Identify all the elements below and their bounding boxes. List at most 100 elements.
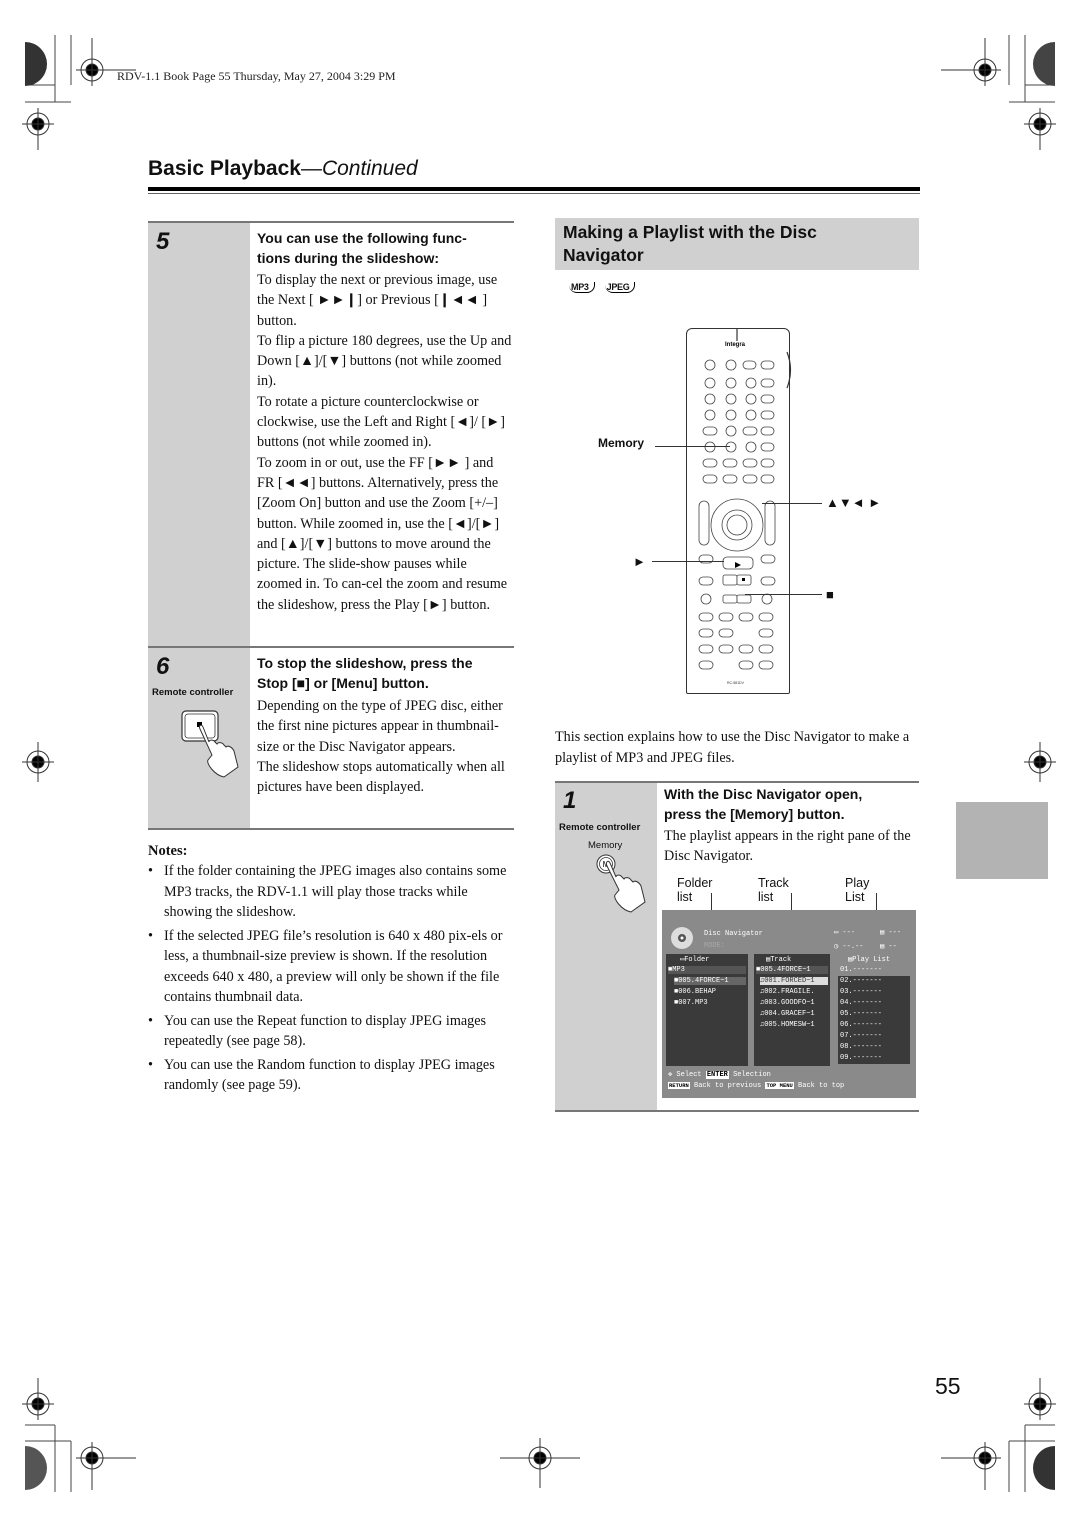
- dn-track-item[interactable]: ♫001.FORCED~1: [760, 977, 828, 985]
- step5-paragraph: To rotate a picture counterclockwise or …: [257, 393, 505, 451]
- mp3-badge: MP3: [569, 282, 595, 293]
- dn-folder-item[interactable]: ■007.MP3: [674, 999, 708, 1007]
- step1-number: 1: [563, 787, 577, 814]
- remote-control-illustration: Integra RC-581DV: [686, 328, 790, 694]
- dn-folder-item-label: 005.4FORCE~1: [678, 977, 729, 985]
- dn-playlist-item[interactable]: 05.-------: [840, 1010, 882, 1018]
- dn-folder-count-value: ---: [842, 929, 856, 937]
- dn-playlist-item[interactable]: 07.-------: [840, 1032, 882, 1040]
- dn-folder-item-label: 006.BEHAP: [678, 988, 717, 996]
- dn-track-header: ▤Track: [766, 956, 792, 964]
- section-title: Basic Playback—Continued: [148, 157, 418, 181]
- stop-callout-line: [745, 594, 822, 595]
- remote-side-edge: [786, 351, 792, 389]
- dn-folder-item[interactable]: ■005.4FORCE~1: [674, 977, 746, 985]
- dn-track-folder: ■005.4FORCE~1: [756, 966, 828, 974]
- dn-playlist-count: ▤ --: [880, 943, 897, 951]
- disc-icon: [671, 927, 693, 949]
- play-callout-line: [652, 561, 724, 562]
- chapter-thumb-tab: [956, 802, 1048, 879]
- dn-mode: MODE:: [704, 942, 726, 950]
- memory-callout-line: [655, 446, 730, 447]
- step6-heading-line1: To stop the slideshow, press the: [257, 655, 473, 671]
- dn-folder-count: ▭ ---: [834, 929, 856, 937]
- step6-heading-line2: Stop [■] or [Menu] button.: [257, 675, 429, 691]
- step1-heading: With the Disc Navigator open, press the …: [664, 784, 919, 824]
- dn-track-item[interactable]: ♫002.FRAGILE.: [760, 988, 815, 996]
- remote-buttons: [698, 329, 776, 670]
- dn-track-item-label: 002.FRAGILE.: [764, 988, 815, 996]
- dn-select-label: Select: [676, 1071, 702, 1079]
- dn-playlist-count-value: --: [888, 943, 897, 951]
- dn-folder-header-label: Folder: [684, 956, 710, 964]
- dn-track-header-label: Track: [770, 956, 792, 964]
- title-rule: [148, 187, 920, 191]
- note-text: You can use the Repeat function to displ…: [164, 1012, 487, 1050]
- dn-playlist-item-label: 02.-------: [840, 977, 883, 985]
- step1-heading-line2: press the [Memory] button.: [664, 806, 845, 822]
- step1-body: The playlist appears in the right pane o…: [664, 828, 911, 865]
- dn-playlist-item-label: 09.-------: [840, 1054, 883, 1062]
- note-item: • You can use the Random function to disp…: [148, 1056, 495, 1094]
- disc-navigator-screen: Disc Navigator MODE: ▭ --- ▤ --- ◷ --.--…: [662, 910, 916, 1098]
- dn-folder-item-label: 007.MP3: [678, 999, 708, 1007]
- step6-remote-label: Remote controller: [152, 687, 234, 698]
- dn-track-item-label: 005.HOMESW~1: [764, 1021, 815, 1029]
- section-title-main: Basic Playback: [148, 157, 301, 180]
- dn-playlist-header: ▤Play List: [848, 956, 891, 964]
- dn-folder-header: ▭Folder: [680, 956, 710, 964]
- title-rule-thin: [148, 193, 920, 194]
- page-number: 55: [935, 1373, 961, 1399]
- return-key: RETURN: [668, 1082, 690, 1089]
- dn-time-value: --.--: [842, 943, 864, 951]
- note-text: If the folder containing the JPEG images…: [164, 863, 507, 920]
- note-text: You can use the Random function to displ…: [164, 1056, 495, 1094]
- dn-playlist-item[interactable]: 01.-------: [840, 966, 882, 974]
- track-list-label: Track list: [758, 876, 789, 904]
- dn-playlist-item[interactable]: 09.-------: [840, 1054, 882, 1062]
- dn-playlist-header-label: Play List: [852, 956, 891, 964]
- step6-body: Depending on the type of JPEG disc, eith…: [257, 696, 513, 797]
- dn-folder-pane: ▭Folder ■MP3 ■005.4FORCE~1 ■006.BEHAP ■0…: [666, 954, 748, 1066]
- dn-playlist-item[interactable]: 08.-------: [840, 1043, 882, 1051]
- step1-remote-label: Remote controller: [559, 822, 641, 833]
- remote-model: RC-581DV: [727, 681, 744, 685]
- dn-footer-row2: RETURN Back to previous TOP MENU Back to…: [668, 1082, 844, 1090]
- play-list-label: Play List: [845, 876, 870, 904]
- dn-playlist-item[interactable]: 02.-------: [840, 977, 882, 985]
- dn-folder-item[interactable]: ■MP3: [668, 966, 746, 974]
- dn-track-item-label: 004.GRACEF~1: [764, 1010, 815, 1018]
- dn-footer-row1: ✥ Select ENTER Selection: [668, 1070, 771, 1079]
- dn-track-item-label: 003.GOODFO~1: [764, 999, 815, 1007]
- section-title-continued: —Continued: [300, 157, 418, 180]
- step5-heading-line1: You can use the following func-: [257, 230, 467, 246]
- step5-body: To display the next or previous image, u…: [257, 270, 513, 615]
- note-item: • If the folder containing the JPEG image…: [148, 863, 507, 920]
- enter-key: ENTER: [705, 1071, 729, 1079]
- dn-track-item[interactable]: ♫005.HOMESW~1: [760, 1021, 815, 1029]
- topmenu-key: TOP MENU: [765, 1082, 794, 1089]
- dn-playlist-item-label: 04.-------: [840, 999, 883, 1007]
- dn-playlist-item[interactable]: 06.-------: [840, 1021, 882, 1029]
- dn-playlist-item-label: 07.-------: [840, 1032, 883, 1040]
- dn-track-item[interactable]: ♫003.GOODFO~1: [760, 999, 815, 1007]
- dn-title: Disc Navigator: [704, 930, 763, 938]
- step5-heading: You can use the following func- tions du…: [257, 228, 517, 268]
- notes-list: • If the folder containing the JPEG image…: [148, 861, 518, 1099]
- folder-list-label: Folder list: [677, 876, 713, 904]
- print-header: RDV-1.1 Book Page 55 Thursday, May 27, 2…: [117, 69, 396, 83]
- dn-track-item-label: 001.FORCED~1: [764, 977, 815, 985]
- dn-playlist-item-label: 01.-------: [840, 966, 883, 974]
- dn-folder-item[interactable]: ■006.BEHAP: [674, 988, 716, 996]
- dpad-icon: ✥: [668, 1071, 673, 1079]
- stop-callout-label: ■: [826, 587, 834, 602]
- dn-folder-item-label: MP3: [672, 966, 685, 974]
- note-text: If the selected JPEG file’s resolution i…: [164, 927, 503, 1006]
- dn-playlist-item-label: 03.-------: [840, 988, 883, 996]
- dn-topmenu-label: Back to top: [798, 1082, 845, 1090]
- dn-playlist-item[interactable]: 04.-------: [840, 999, 882, 1007]
- dn-playlist-item[interactable]: 03.-------: [840, 988, 882, 996]
- step5-number-column: [148, 223, 250, 646]
- dn-track-item[interactable]: ♫004.GRACEF~1: [760, 1010, 815, 1018]
- note-item: • You can use the Repeat function to disp…: [148, 1012, 487, 1050]
